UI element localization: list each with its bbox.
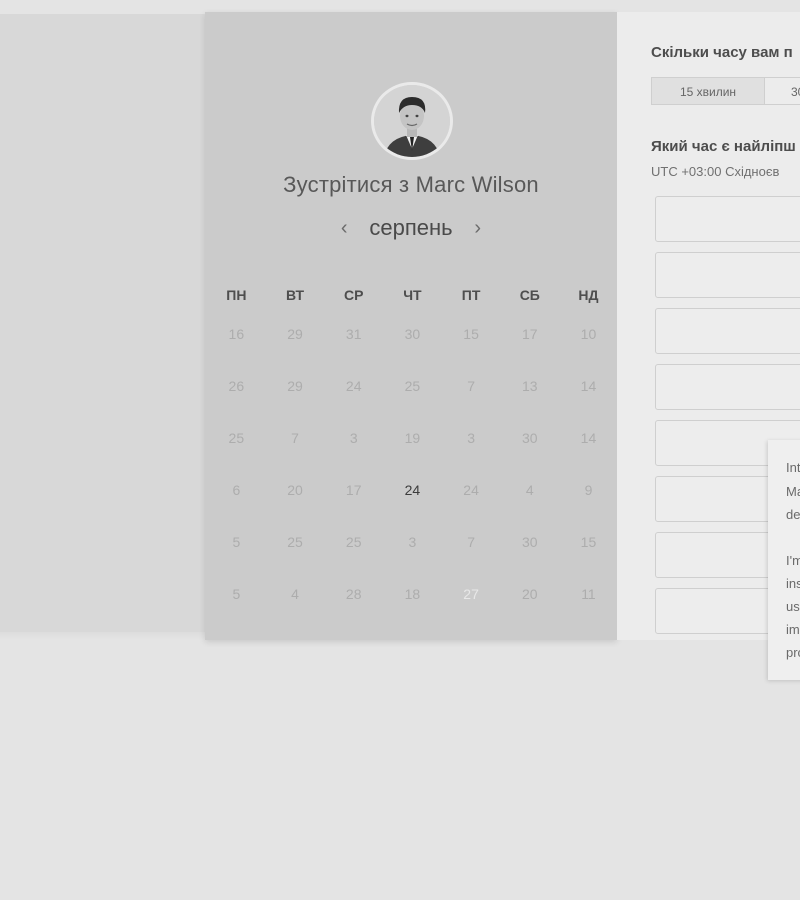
calendar-day: 5 [232, 586, 241, 602]
calendar-week: 5 25 25 3 7 30 15 [207, 532, 619, 552]
calendar-day: 20 [521, 586, 538, 602]
calendar-day: 20 [287, 482, 303, 498]
calendar-day: 25 [228, 430, 245, 446]
calendar-day: 17 [345, 482, 362, 498]
calendar-day: 3 [349, 430, 358, 446]
timezone-label[interactable]: UTC +03:00 Східноєв [651, 164, 779, 179]
calendar-day: 7 [467, 534, 475, 550]
calendar-day: 16 [228, 326, 245, 342]
calendar-day: 3 [408, 534, 417, 550]
selected-day-label: 27 [463, 586, 479, 602]
calendar-day: 25 [287, 534, 303, 550]
calendar-day: 14 [580, 378, 597, 394]
meeting-title: Зустрітися з Marc Wilson [283, 172, 539, 197]
avatar [371, 82, 453, 160]
time-slot-button[interactable] [655, 196, 800, 242]
popover-text-line: ins [786, 576, 800, 591]
calendar-day: 28 [345, 586, 362, 602]
calendar-panel: Зустрітися з Marc Wilson ‹ серпень › ПН … [205, 12, 617, 640]
time-question: Який час є найліпш [651, 138, 796, 155]
calendar-day: 18 [404, 586, 421, 602]
calendar-day: 30 [404, 326, 421, 342]
calendar-day: 11 [581, 586, 596, 602]
calendar-week: 16 29 31 30 15 17 10 [207, 324, 619, 344]
calendar-day: 7 [467, 378, 475, 394]
duration-question: Скільки часу вам п [651, 44, 793, 61]
calendar-day: 24 [345, 378, 362, 394]
backdrop-left [0, 14, 205, 634]
calendar-day: 30 [521, 430, 538, 446]
weekday-label: НД [578, 287, 599, 303]
popover-text-line: pro [786, 645, 800, 660]
weekday-label: ПТ [461, 287, 481, 303]
duration-option-30[interactable]: 30 [765, 77, 800, 105]
calendar-day: 4 [291, 586, 299, 602]
calendar-day: 6 [232, 482, 241, 498]
duration-selector: 15 хвилин 30 [651, 77, 800, 105]
calendar-day: 15 [580, 534, 597, 550]
month-label: серпень [369, 215, 453, 240]
time-slot-button[interactable] [655, 364, 800, 410]
popover-text-line: I'm [786, 553, 800, 568]
popover-text-line: Int [786, 460, 800, 475]
avatar-photo [374, 85, 450, 157]
calendar-day: 15 [463, 326, 479, 342]
calendar-day: 26 [228, 378, 245, 394]
host-bio-popover: Int Ma de I'm ins us im pro [768, 440, 800, 680]
time-slot-button[interactable] [655, 308, 800, 354]
calendar-day: 29 [287, 326, 303, 342]
calendar-week: 5 4 28 18 27 20 11 [207, 570, 619, 618]
prev-month-button[interactable]: ‹ [333, 217, 355, 240]
weekday-label: ВТ [285, 287, 305, 303]
calendar-day: 9 [584, 482, 593, 498]
calendar-day: 31 [345, 326, 362, 342]
weekday-label: СР [343, 287, 364, 303]
popover-text-line: de [786, 507, 800, 522]
calendar-day: 10 [580, 326, 597, 342]
calendar-day: 4 [525, 482, 534, 498]
calendar-day: 30 [521, 534, 538, 550]
calendar-day: 3 [467, 430, 475, 446]
duration-option-15[interactable]: 15 хвилин [651, 77, 765, 105]
calendar-day: 13 [521, 378, 538, 394]
calendar-day: 5 [232, 534, 241, 550]
popover-text-line: im [786, 622, 800, 637]
popover-text-line: us [786, 599, 800, 614]
calendar-day: 14 [580, 430, 597, 446]
calendar-day: 7 [291, 430, 299, 446]
weekday-label: СБ [519, 287, 540, 303]
calendar-day: 24 [463, 482, 479, 498]
month-navigation: ‹ серпень › [205, 215, 617, 241]
calendar-day-selected[interactable]: 27 [442, 570, 501, 618]
calendar-day: 29 [287, 378, 303, 394]
calendar-week: 26 29 24 25 7 13 14 [207, 376, 619, 396]
weekday-label: ПН [226, 287, 247, 303]
calendar-day: 19 [404, 430, 421, 446]
calendar-week: 25 7 3 19 3 30 14 [207, 428, 619, 448]
calendar-day: 17 [521, 326, 538, 342]
weekday-header: ПН ВТ СР ЧТ ПТ СБ НД [207, 287, 619, 303]
time-slot-button[interactable] [655, 252, 800, 298]
calendar-day: 25 [404, 378, 421, 394]
calendar-week: 6 20 17 24 24 4 9 [207, 480, 619, 500]
weekday-label: ЧТ [403, 287, 422, 303]
popover-text-line: Ma [786, 484, 800, 499]
calendar-day-available[interactable]: 24 [383, 480, 442, 500]
calendar-day: 25 [345, 534, 362, 550]
next-month-button[interactable]: › [467, 217, 489, 240]
